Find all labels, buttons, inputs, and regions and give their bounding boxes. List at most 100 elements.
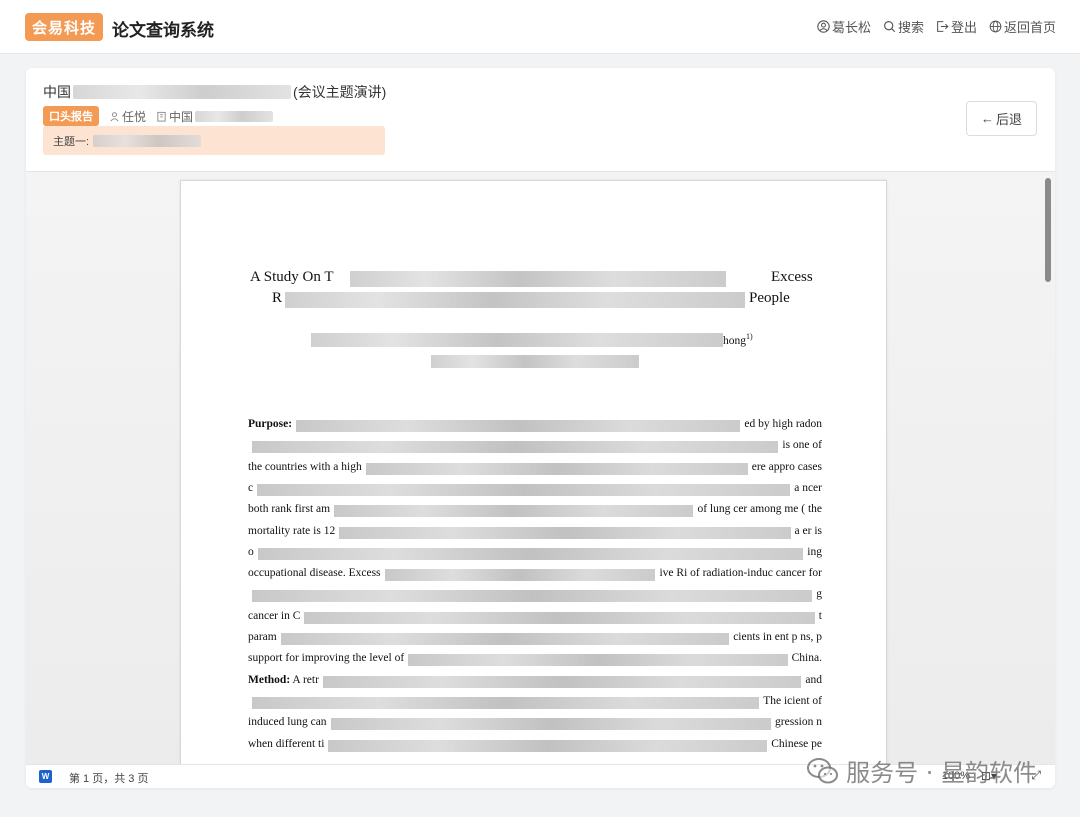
organization: 中国 bbox=[156, 108, 274, 125]
line-end-text: is one of bbox=[782, 439, 822, 452]
line-start-text: param bbox=[248, 631, 277, 643]
document-line: o ing bbox=[248, 546, 822, 560]
redacted-text bbox=[296, 420, 741, 432]
back-button[interactable]: ← 后退 bbox=[966, 101, 1037, 136]
line-end-text: Chinese pe bbox=[771, 737, 822, 750]
nav-home[interactable]: 返回首页 bbox=[989, 17, 1056, 36]
redacted-text bbox=[322, 675, 802, 688]
redacted-text bbox=[330, 718, 772, 731]
paper-title-suffix: (会议主题演讲) bbox=[293, 84, 387, 100]
watermark: 服务号 · 星韵软件 bbox=[806, 753, 1037, 788]
redacted-text bbox=[280, 633, 730, 645]
redacted-text bbox=[304, 611, 815, 624]
line-end-text: China. bbox=[791, 652, 822, 665]
doc-title-1-end: Excess bbox=[771, 269, 813, 285]
redacted-authors bbox=[311, 333, 723, 347]
document-line: Method: A retr and bbox=[248, 674, 822, 688]
document-line: The icient of bbox=[248, 695, 822, 709]
redacted-text bbox=[252, 590, 813, 603]
redacted-affiliation bbox=[431, 355, 639, 368]
line-end-text: of lung cer among me ( the bbox=[697, 503, 822, 516]
line-start-text: Purpose: bbox=[248, 418, 292, 430]
authors-end: hong bbox=[723, 334, 746, 347]
line-start-text: the countries with a high bbox=[248, 460, 362, 473]
line-end-text: ive Ri of radiation-induc cancer for bbox=[659, 567, 822, 580]
line-end-text: ing bbox=[807, 545, 822, 558]
app-title: 论文查询系统 bbox=[112, 21, 214, 40]
search-icon bbox=[884, 21, 896, 33]
nav-user[interactable]: 葛长松 bbox=[817, 17, 871, 36]
line-end-text: cients in ent p ns, p bbox=[733, 631, 822, 643]
nav-logout[interactable]: 登出 bbox=[936, 17, 977, 36]
line-heading: Purpose: bbox=[248, 418, 293, 430]
user-icon bbox=[817, 20, 830, 33]
line-start-extra: A retr bbox=[290, 673, 319, 686]
redacted-title bbox=[73, 85, 291, 99]
line-start-text: occupational disease. Excess bbox=[248, 567, 381, 580]
document-line: param cients in ent p ns, p bbox=[248, 631, 822, 645]
line-start-text: when different ti bbox=[248, 737, 325, 750]
document-line: occupational disease. Excess ive Ri of ra… bbox=[248, 567, 822, 582]
page-indicator: 第 1 页，共 3 页 bbox=[69, 773, 149, 785]
redacted-text bbox=[365, 462, 748, 475]
line-end-text: ere appro cases bbox=[751, 460, 822, 473]
document-line: support for improving the level of China. bbox=[248, 652, 822, 667]
doc-title-line-2-end: People bbox=[749, 290, 790, 307]
line-end-text: ed by high radon bbox=[744, 418, 822, 430]
top-bar: 会易科技 论文查询系统 葛长松 搜索 登出 返回首页 bbox=[0, 0, 1080, 54]
document-line: when different ti Chinese pe bbox=[248, 738, 822, 752]
redacted-text bbox=[334, 505, 694, 518]
doc-authors-end: hong1) bbox=[723, 332, 753, 347]
doc-title-line-1: A Study On T bbox=[250, 269, 334, 286]
author: 任悦 bbox=[109, 108, 146, 125]
logo[interactable]: 会易科技 bbox=[25, 13, 103, 41]
line-end-text: g bbox=[816, 588, 822, 601]
document-line: mortality rate is 12 a er is bbox=[248, 525, 822, 539]
authors-sup: 1) bbox=[746, 332, 753, 341]
author-name: 任悦 bbox=[122, 109, 147, 124]
document-line: cancer in C t bbox=[248, 610, 822, 624]
doc-title-2-start: R bbox=[272, 290, 283, 306]
paper-card: 中国 (会议主题演讲) 口头报告 任悦 中国 主题一: ← 后退 A Study… bbox=[26, 68, 1055, 788]
document-viewer[interactable]: A Study On T Excess R People hong1) Purp… bbox=[26, 171, 1055, 764]
paper-title: 中国 (会议主题演讲) bbox=[43, 82, 843, 102]
logout-icon bbox=[937, 21, 949, 32]
topic-label: 主题一: bbox=[53, 135, 90, 148]
paper-title-prefix: 中国 bbox=[43, 84, 71, 100]
back-label: 后退 bbox=[995, 112, 1022, 127]
redacted-text bbox=[384, 569, 656, 582]
redacted-text bbox=[339, 526, 791, 539]
redacted-text bbox=[257, 483, 791, 496]
line-start-text: cancer in C bbox=[248, 609, 301, 622]
redacted-doc-title-1 bbox=[350, 271, 726, 287]
line-start-text: both rank first am bbox=[248, 503, 331, 516]
wechat-icon bbox=[807, 757, 839, 783]
watermark-text: 服务号 · 星韵软件 bbox=[846, 759, 1037, 787]
line-start-text: Method: A retr bbox=[248, 674, 319, 686]
document-line: induced lung can gression n bbox=[248, 716, 822, 731]
document-line: both rank first am of lung cer among me (… bbox=[248, 503, 822, 518]
viewer-scrollbar[interactable] bbox=[1045, 178, 1051, 282]
document-line: c a ncer bbox=[248, 482, 822, 496]
document-page: A Study On T Excess R People hong1) Purp… bbox=[180, 180, 887, 764]
redacted-text bbox=[408, 654, 788, 667]
top-nav: 葛长松 搜索 登出 返回首页 bbox=[817, 17, 1056, 36]
nav-user-label: 葛长松 bbox=[831, 20, 871, 35]
nav-logout-label: 登出 bbox=[950, 20, 977, 35]
document-line: the countries with a high ere appro cases bbox=[248, 461, 822, 475]
redacted-doc-title-2 bbox=[285, 292, 745, 308]
arrow-left-icon: ← bbox=[980, 111, 994, 126]
document-line: is one of bbox=[248, 439, 822, 454]
line-start-text: o bbox=[248, 545, 254, 558]
report-type-badge: 口头报告 bbox=[43, 106, 99, 126]
paper-meta: 口头报告 任悦 中国 bbox=[43, 106, 843, 126]
paper-header: 中国 (会议主题演讲) 口头报告 任悦 中国 bbox=[43, 82, 843, 126]
doc-title-line-1-end: Excess bbox=[771, 269, 813, 286]
nav-search-label: 搜索 bbox=[897, 20, 924, 35]
line-start-text: mortality rate is 12 bbox=[248, 524, 336, 537]
nav-search[interactable]: 搜索 bbox=[883, 17, 924, 36]
redacted-topic bbox=[93, 134, 202, 147]
line-end-text: a ncer bbox=[794, 481, 822, 494]
line-end-text: The icient of bbox=[763, 694, 822, 707]
document-line: g bbox=[248, 588, 822, 603]
